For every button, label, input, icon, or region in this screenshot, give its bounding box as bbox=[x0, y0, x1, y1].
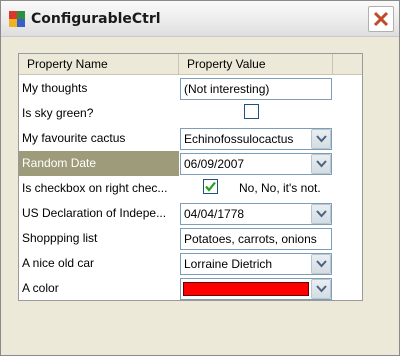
property-grid: Property Name Property Value My thoughts… bbox=[18, 53, 363, 301]
property-row-us-declaration[interactable]: US Declaration of Indepe... 04/04/1778 bbox=[19, 201, 362, 226]
shopping-list-text-field[interactable]: Potatoes, carrots, onions bbox=[180, 228, 332, 250]
property-row-color[interactable]: A color bbox=[19, 276, 362, 301]
combo-value: Echinofossulocactus bbox=[184, 132, 294, 146]
cactus-combo-box[interactable]: Echinofossulocactus bbox=[180, 128, 332, 150]
property-name: A nice old car bbox=[22, 256, 95, 270]
property-name: My thoughts bbox=[22, 81, 88, 95]
property-name: Is checkbox on right chec... bbox=[22, 181, 168, 195]
property-row-shopping-list[interactable]: Shoppping list Potatoes, carrots, onions bbox=[19, 226, 362, 251]
app-icon bbox=[7, 9, 27, 29]
property-name: Is sky green? bbox=[22, 106, 94, 120]
dropdown-button[interactable] bbox=[311, 154, 331, 174]
checkbox-label: No, No, it's not. bbox=[239, 181, 321, 195]
title-bar[interactable]: ConfigurableCtrl bbox=[1, 1, 399, 37]
dropdown-button[interactable] bbox=[311, 254, 331, 274]
declaration-date-picker[interactable]: 04/04/1778 bbox=[180, 203, 332, 225]
property-name: My favourite cactus bbox=[22, 131, 126, 145]
thoughts-text-field[interactable]: (Not interesting) bbox=[180, 78, 332, 100]
checkmark-icon bbox=[205, 181, 216, 192]
close-button[interactable] bbox=[368, 6, 394, 32]
dropdown-button[interactable] bbox=[311, 279, 331, 299]
chevron-down-icon bbox=[316, 260, 327, 268]
chevron-down-icon bbox=[316, 285, 327, 293]
property-row-checkbox-on-right[interactable]: Is checkbox on right chec... No, No, it'… bbox=[19, 176, 362, 201]
property-row-random-date[interactable]: Random Date 06/09/2007 bbox=[19, 151, 362, 176]
property-name: Shoppping list bbox=[22, 231, 98, 245]
date-value: 04/04/1778 bbox=[184, 207, 245, 221]
sky-green-checkbox[interactable] bbox=[244, 104, 259, 119]
window-title: ConfigurableCtrl bbox=[31, 11, 161, 27]
date-value: 06/09/2007 bbox=[184, 157, 245, 171]
column-header-property-name[interactable]: Property Name bbox=[19, 54, 179, 75]
color-swatch bbox=[183, 282, 309, 296]
color-picker[interactable] bbox=[180, 278, 332, 300]
chevron-down-icon bbox=[316, 210, 327, 218]
property-name: US Declaration of Indepe... bbox=[22, 206, 167, 220]
dropdown-button[interactable] bbox=[311, 204, 331, 224]
property-row-my-thoughts[interactable]: My thoughts (Not interesting) bbox=[19, 76, 362, 101]
dropdown-button[interactable] bbox=[311, 129, 331, 149]
column-header-property-value[interactable]: Property Value bbox=[179, 54, 333, 75]
property-name: A color bbox=[22, 281, 59, 295]
chevron-down-icon bbox=[316, 160, 327, 168]
property-row-is-sky-green[interactable]: Is sky green? bbox=[19, 101, 362, 126]
combo-value: Lorraine Dietrich bbox=[184, 257, 273, 271]
chevron-down-icon bbox=[316, 135, 327, 143]
old-car-combo-box[interactable]: Lorraine Dietrich bbox=[180, 253, 332, 275]
grid-header: Property Name Property Value bbox=[19, 54, 362, 75]
checkbox-on-right-checkbox[interactable] bbox=[203, 179, 218, 194]
random-date-picker[interactable]: 06/09/2007 bbox=[180, 153, 332, 175]
property-name-selected: Random Date bbox=[19, 151, 179, 176]
property-row-old-car[interactable]: A nice old car Lorraine Dietrich bbox=[19, 251, 362, 276]
property-row-favourite-cactus[interactable]: My favourite cactus Echinofossulocactus bbox=[19, 126, 362, 151]
configurable-ctrl-window: ConfigurableCtrl Property Name Property … bbox=[0, 0, 400, 356]
